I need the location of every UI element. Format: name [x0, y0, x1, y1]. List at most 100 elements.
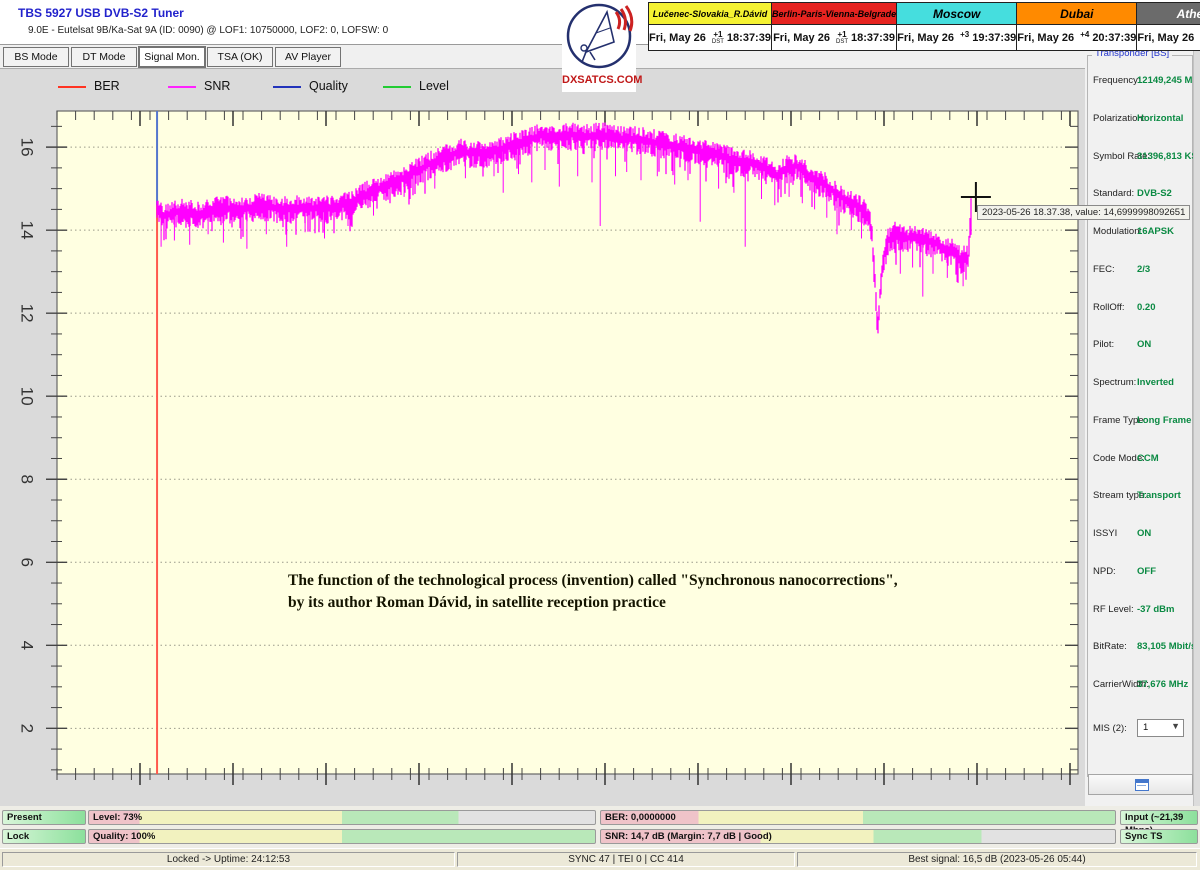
annotation-line2: by its author Roman Dávid, in satellite … [288, 592, 898, 614]
row-value: 12149,245 MHz [1137, 75, 1200, 86]
row-value: 0.20 [1137, 302, 1156, 313]
clock-time-2: Fri, May 26 +3 19:37:39 [897, 25, 1017, 51]
svg-text:8: 8 [18, 475, 37, 484]
quality-text: Quality: 100% [93, 830, 155, 843]
annotation-line1: The function of the technological proces… [288, 570, 898, 592]
row-label: FEC: [1093, 264, 1115, 275]
mis-label: MIS (2): [1093, 723, 1127, 734]
row-label: BitRate: [1093, 641, 1127, 652]
status-rows: Present Lock Level: 73% Quality: 100% BE… [0, 806, 1200, 848]
clock-time-0: Fri, May 26 +1DST18:37:39 [649, 25, 772, 51]
tab-bs-mode[interactable]: BS Mode [3, 47, 69, 67]
row-value: -37 dBm [1137, 604, 1174, 615]
row-value: Transport [1137, 490, 1181, 501]
row-value: ON [1137, 339, 1151, 350]
transponder-row-modulation-: Modulation: 16APSK [1085, 226, 1200, 240]
chart-annotation: The function of the technological proces… [288, 570, 898, 614]
transponder-row-spectrum-: Spectrum: Inverted [1085, 377, 1200, 391]
sync-ts-badge: Sync TS [1120, 829, 1198, 844]
clock-city-1: Berlin-Paris-Vienna-Belgrade [771, 3, 896, 25]
tab-signal-mon-[interactable]: Signal Mon. [139, 47, 205, 67]
transponder-row-stream-type-: Stream type: Transport [1085, 490, 1200, 504]
clock-city-3: Dubai [1017, 3, 1137, 25]
tab-dt-mode[interactable]: DT Mode [71, 47, 137, 67]
satellite-dish-icon [562, 0, 636, 72]
row-value: ON [1137, 528, 1151, 539]
statusbar-uptime: Locked -> Uptime: 24:12:53 [2, 852, 455, 867]
row-value: CCM [1137, 453, 1159, 464]
transponder-row-code-mode-: Code Mode: CCM [1085, 453, 1200, 467]
level-progressbar: Level: 73% [88, 810, 596, 825]
logo-wordmark: DXSATCS.COM [562, 74, 636, 86]
transponder-row-fec-: FEC: 2/3 [1085, 264, 1200, 278]
row-label: NPD: [1093, 566, 1116, 577]
statusbar-sync-counts: SYNC 47 | TEI 0 | CC 414 [457, 852, 795, 867]
quality-progressbar: Quality: 100% [88, 829, 596, 844]
row-value: DVB-S2 [1137, 188, 1172, 199]
clock-time-4: Fri, May 26 +3 19:37:39 [1137, 25, 1200, 51]
svg-text:10: 10 [18, 387, 37, 406]
input-badge: Input (~21,39 Mbps) [1120, 810, 1198, 825]
statusbar-best-signal: Best signal: 16,5 dB (2023-05-26 05:44) [797, 852, 1197, 867]
row-value: 31396,813 KS/s [1137, 151, 1200, 162]
row-value: 83,105 Mbit/s [1137, 641, 1196, 652]
transponder-row-standard-: Standard: DVB-S2 [1085, 188, 1200, 202]
row-label: Standard: [1093, 188, 1134, 199]
row-label: Modulation: [1093, 226, 1142, 237]
row-label: RF Level: [1093, 604, 1134, 615]
svg-text:2: 2 [18, 724, 37, 733]
svg-text:6: 6 [18, 558, 37, 567]
transponder-sidebar: Transponder [BS] Frequency: 12149,245 MH… [1085, 44, 1200, 806]
transponder-row-npd-: NPD: OFF [1085, 566, 1200, 580]
tab-tsa-ok-[interactable]: TSA (OK) [207, 47, 273, 67]
row-label: Frequency: [1093, 75, 1141, 86]
ber-text: BER: 0,0000000 [605, 811, 676, 824]
transponder-row-rolloff-: RollOff: 0.20 [1085, 302, 1200, 316]
clock-city-2: Moscow [897, 3, 1017, 25]
cursor-value-tooltip: 2023-05-26 18.37.38, value: 14,699999809… [977, 205, 1190, 220]
transponder-row-pilot-: Pilot: ON [1085, 339, 1200, 353]
world-clocks: Lučenec-Slovakia_R.DávidBerlin-Paris-Vie… [648, 2, 1200, 51]
satellite-subtitle: 9.0E - Eutelsat 9B/Ka-Sat 9A (ID: 0090) … [28, 25, 388, 36]
transponder-row-symbol-rate-: Symbol Rate: 31396,813 KS/s [1085, 151, 1200, 165]
clock-city-0: Lučenec-Slovakia_R.Dávid [649, 3, 772, 25]
svg-text:16: 16 [18, 138, 37, 157]
row-label: RollOff: [1093, 302, 1125, 313]
svg-text:12: 12 [18, 304, 37, 323]
row-value: 37,676 MHz [1137, 679, 1188, 690]
row-value: 2/3 [1137, 264, 1150, 275]
row-label: Pilot: [1093, 339, 1114, 350]
clock-city-4: Athens [1137, 3, 1200, 25]
snr-text: SNR: 14,7 dB (Margin: 7,7 dB | Good) [605, 830, 772, 843]
transponder-row-issyi: ISSYI ON [1085, 528, 1200, 542]
ber-progressbar: BER: 0,0000000 [600, 810, 1116, 825]
clock-time-1: Fri, May 26 +1DST18:37:39 [771, 25, 896, 51]
app-title: TBS 5927 USB DVB-S2 Tuner [18, 6, 184, 20]
sidebar-scrollbar[interactable] [1193, 44, 1200, 806]
dxsatcs-logo: DXSATCS.COM [562, 0, 636, 92]
chevron-down-icon: ▼ [1171, 721, 1180, 731]
tuner-app-window: TBS 5927 USB DVB-S2 Tuner 9.0E - Eutelsa… [0, 0, 1200, 870]
transponder-row-frame-type-: Frame Type: Long Frame [1085, 415, 1200, 429]
transponder-row-carrierwidth-: CarrierWidth: 37,676 MHz [1085, 679, 1200, 693]
lock-badge: Lock [2, 829, 86, 844]
mis-dropdown[interactable]: 1 ▼ [1137, 719, 1184, 737]
present-badge: Present [2, 810, 86, 825]
transponder-row-frequency-: Frequency: 12149,245 MHz [1085, 75, 1200, 89]
snr-plot[interactable]: 246810121416 [0, 69, 1085, 807]
row-value: OFF [1137, 566, 1156, 577]
transponder-row-rf-level-: RF Level: -37 dBm [1085, 604, 1200, 618]
row-label: ISSYI [1093, 528, 1117, 539]
tab-av-player[interactable]: AV Player [275, 47, 341, 67]
clock-time-3: Fri, May 26 +4 20:37:39 [1017, 25, 1137, 51]
row-value: Long Frame [1137, 415, 1191, 426]
row-label: Spectrum: [1093, 377, 1136, 388]
transponder-list-button[interactable] [1088, 774, 1193, 795]
transponder-row-bitrate-: BitRate: 83,105 Mbit/s [1085, 641, 1200, 655]
row-value: Horizontal [1137, 113, 1183, 124]
snr-progressbar: SNR: 14,7 dB (Margin: 7,7 dB | Good) [600, 829, 1116, 844]
list-icon [1135, 779, 1149, 791]
level-text: Level: 73% [93, 811, 142, 824]
transponder-row-polarization-: Polarization: Horizontal [1085, 113, 1200, 127]
statusbar: Locked -> Uptime: 24:12:53 SYNC 47 | TEI… [0, 848, 1200, 870]
